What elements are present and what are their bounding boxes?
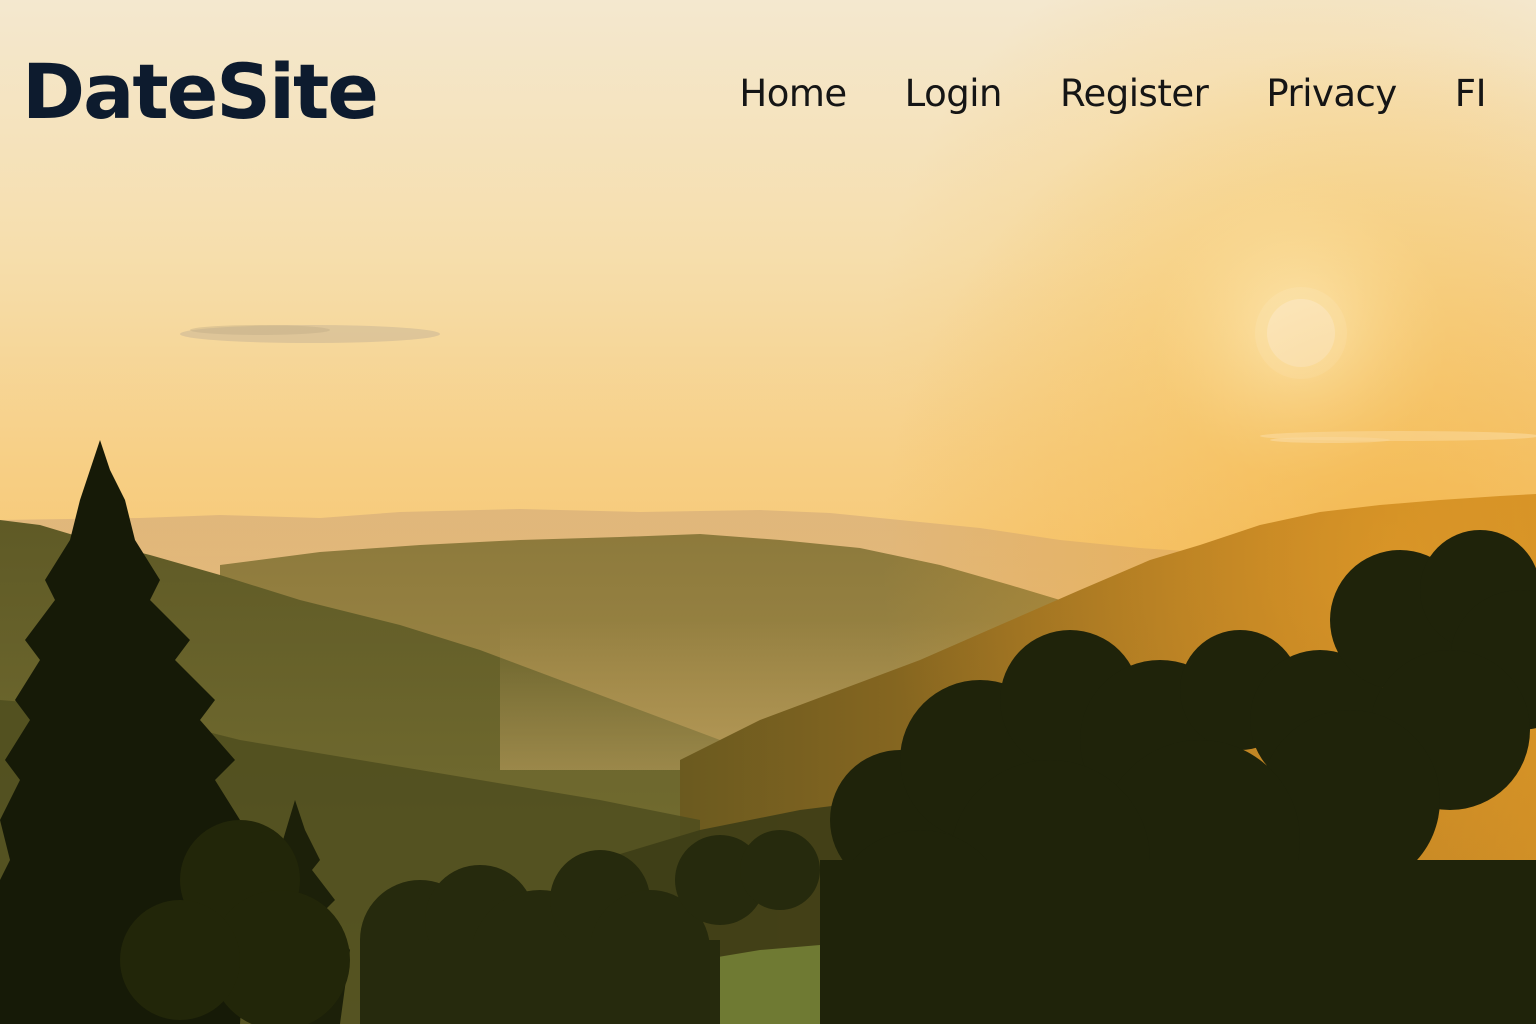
page: DateSite Home Login Register Privacy FI (0, 0, 1536, 1024)
nav-item-language-fi[interactable]: FI (1455, 62, 1487, 126)
site-logo[interactable]: DateSite (22, 44, 379, 140)
nav-item-home[interactable]: Home (739, 62, 847, 126)
site-header: DateSite Home Login Register Privacy FI (0, 0, 1536, 190)
nav-item-register[interactable]: Register (1060, 62, 1209, 126)
nav-item-login[interactable]: Login (905, 62, 1003, 126)
main-nav: Home Login Register Privacy FI (739, 62, 1486, 126)
nav-item-privacy[interactable]: Privacy (1266, 62, 1397, 126)
